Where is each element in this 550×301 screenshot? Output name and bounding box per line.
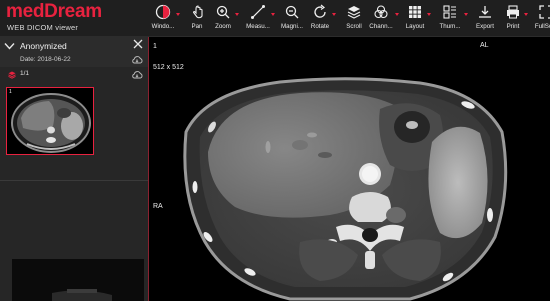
toolbar-zoom-dropdown-caret[interactable]: [235, 13, 239, 16]
toolbar-pan-button[interactable]: Pan: [190, 3, 204, 35]
zoom-icon: [216, 5, 230, 19]
toolbar-rotate-dropdown-caret[interactable]: [332, 13, 336, 16]
scroll-icon: [347, 6, 361, 19]
toolbar-zoom-button[interactable]: Zoom: [212, 3, 234, 35]
print-icon: [507, 5, 519, 19]
logo-text: medDream: [6, 1, 102, 22]
rotate-icon: [314, 4, 326, 18]
thumbnail-number: 1: [9, 89, 12, 95]
logo-subtitle: WEB DICOM viewer: [7, 23, 79, 32]
toolbar-windowing-label: Windo...: [151, 23, 175, 30]
toolbar-zoom-label: Zoom: [215, 23, 231, 30]
toolbar-export-label: Export: [476, 23, 494, 30]
toolbar-print-label: Print: [506, 23, 520, 30]
top-toolbar: medDream WEB DICOM viewer Windo... Pan Zoo…: [0, 0, 550, 37]
study-header[interactable]: Anonymized Date: 2018-06-22: [0, 37, 148, 67]
toolbar-layout-dropdown-caret[interactable]: [427, 13, 431, 16]
app-logo: medDream WEB DICOM viewer: [6, 1, 136, 35]
ct-scan-image: [150, 37, 550, 301]
series-count: 1/1: [20, 70, 30, 77]
series-thumbnail[interactable]: 1: [6, 87, 94, 155]
chevron-down-icon[interactable]: [4, 42, 15, 50]
toolbar-fullscreen-button[interactable]: FullSc...: [533, 3, 550, 35]
toolbar-layout-button[interactable]: Layout: [404, 3, 426, 35]
toolbar-windowing-button[interactable]: Windo...: [151, 3, 175, 35]
toolbar-measure-label: Measu...: [246, 23, 270, 30]
measure-icon: [251, 5, 265, 19]
dicom-viewport[interactable]: 1 512 x 512 AL RA: [150, 37, 550, 301]
channels-icon: [374, 5, 388, 19]
series-row[interactable]: 1/1: [0, 68, 148, 82]
toolbar-rotate-button[interactable]: Rotate: [309, 3, 331, 35]
cloud-download-icon[interactable]: [131, 71, 143, 79]
toolbar-magnify-button[interactable]: Magni...: [281, 3, 303, 35]
windowing-icon: [155, 4, 171, 20]
toolbar-channels-button[interactable]: Chann...: [368, 3, 394, 35]
study-sidebar: Anonymized Date: 2018-06-22 1/1 1: [0, 37, 149, 301]
toolbar-export-button[interactable]: Export: [476, 3, 494, 35]
toolbar-scroll-label: Scroll: [346, 23, 362, 30]
image-number: 1: [153, 43, 157, 50]
series-stack-icon: [8, 71, 16, 79]
divider: [0, 180, 148, 181]
toolbar-channels-dropdown-caret[interactable]: [395, 13, 399, 16]
cloud-download-icon[interactable]: [131, 56, 143, 64]
toolbar-channels-label: Chann...: [369, 23, 393, 30]
layout-grid-icon: [409, 6, 421, 18]
thumbnails-icon: [443, 5, 456, 19]
close-icon[interactable]: [133, 39, 143, 49]
meddream-viewer: medDream WEB DICOM viewer Windo... Pan Zoo…: [0, 0, 550, 301]
toolbar-print-button[interactable]: Print: [503, 3, 523, 35]
orientation-left: RA: [153, 203, 163, 210]
toolbar-print-dropdown-caret[interactable]: [524, 13, 528, 16]
toolbar-scroll-button[interactable]: Scroll: [346, 3, 362, 35]
toolbar-layout-label: Layout: [405, 23, 425, 30]
toolbar-thumbnails-dropdown-caret[interactable]: [464, 13, 468, 16]
magnifier-icon: [285, 5, 299, 19]
orientation-top: AL: [480, 42, 489, 49]
toolbar-rotate-label: Rotate: [310, 23, 330, 30]
export-icon: [479, 6, 491, 18]
thumbnail-ct-image: [11, 93, 91, 153]
toolbar-windowing-dropdown-caret[interactable]: [176, 13, 180, 16]
secondary-preview-image: [12, 259, 144, 301]
toolbar-measure-button[interactable]: Measu...: [246, 3, 270, 35]
toolbar-magnify-label: Magni...: [281, 23, 304, 30]
patient-name: Anonymized: [20, 41, 67, 51]
matrix-size: 512 x 512: [153, 64, 184, 71]
toolbar-thumbnails-button[interactable]: Thum...: [437, 3, 463, 35]
toolbar-pan-label: Pan: [191, 23, 203, 30]
toolbar-thumbnails-label: Thum...: [439, 23, 461, 30]
fullscreen-icon: [539, 5, 550, 19]
pan-icon: [193, 5, 203, 19]
study-date: Date: 2018-06-22: [20, 56, 71, 63]
toolbar-fullscreen-label: FullSc...: [534, 23, 550, 30]
toolbar-measure-dropdown-caret[interactable]: [271, 13, 275, 16]
